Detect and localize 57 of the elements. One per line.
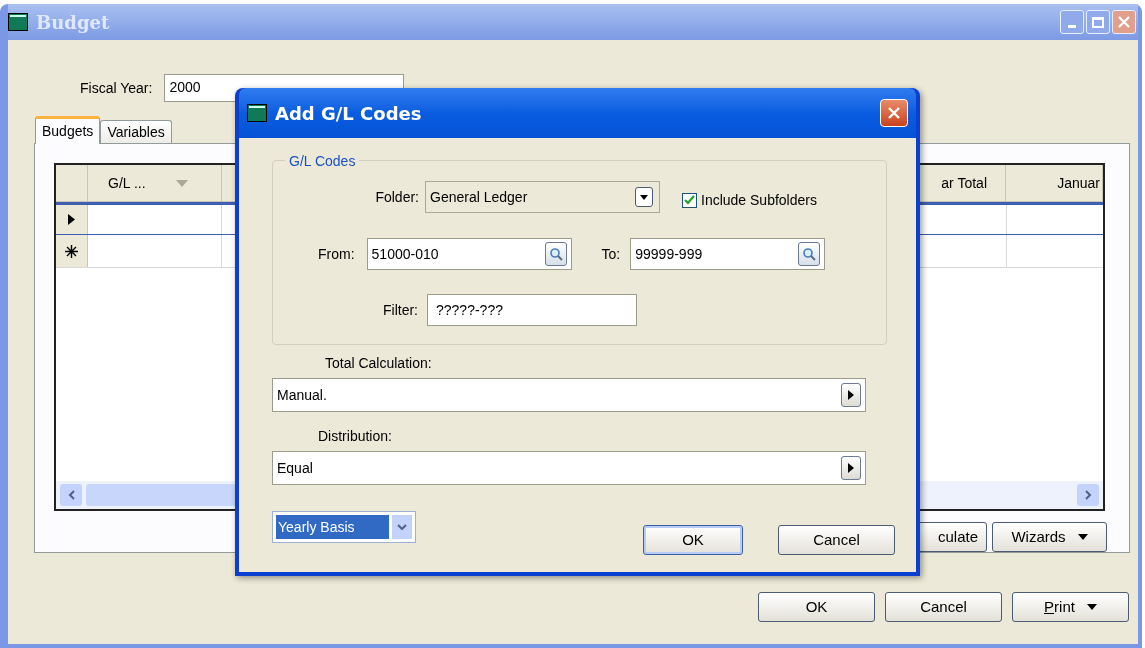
- current-row-icon: [68, 214, 75, 225]
- scroll-right-button[interactable]: [1077, 484, 1099, 506]
- caret-icon: [1086, 604, 1097, 610]
- push-button[interactable]: OK: [758, 592, 875, 622]
- to-field[interactable]: 99999-999: [630, 238, 826, 270]
- search-icon: [802, 247, 817, 261]
- dialog-title: Add G/L Codes: [275, 101, 422, 126]
- push-button[interactable]: Cancel: [778, 525, 895, 555]
- checkmark-icon: [684, 195, 695, 205]
- close-icon: [1118, 16, 1130, 28]
- chevron-down-icon: [397, 524, 407, 530]
- close-button[interactable]: [1112, 10, 1136, 34]
- total-calculation-label: Total Calculation:: [325, 354, 433, 373]
- column-header[interactable]: Januar: [1006, 165, 1103, 201]
- menu-button[interactable]: Wizards: [992, 522, 1107, 552]
- scroll-left-button[interactable]: [60, 484, 82, 506]
- chevron-left-icon: [67, 490, 75, 500]
- menu-button[interactable]: Print: [1012, 592, 1129, 622]
- scroll-thumb[interactable]: [86, 484, 236, 506]
- row-header[interactable]: [56, 235, 88, 267]
- app-icon: [247, 104, 267, 122]
- dropdown-button[interactable]: [635, 187, 653, 207]
- push-button[interactable]: OK: [643, 525, 743, 555]
- from-field[interactable]: 51000-010: [366, 238, 572, 270]
- close-icon: [887, 106, 901, 120]
- search-button[interactable]: [544, 242, 567, 266]
- folder-dropdown[interactable]: General Ledger: [425, 181, 660, 213]
- window-title: Budget: [36, 10, 110, 35]
- caret-icon: [640, 194, 648, 200]
- fiscal-year-label: Fiscal Year:: [80, 78, 153, 98]
- chevron-right-icon: [1084, 490, 1092, 500]
- minimize-button[interactable]: [1060, 10, 1084, 34]
- tab[interactable]: Variables: [100, 120, 172, 144]
- filter-field[interactable]: ?????-???: [427, 294, 637, 326]
- filter-label: Filter:: [383, 300, 418, 320]
- distribution-field[interactable]: Equal: [272, 451, 866, 485]
- expand-button[interactable]: [841, 456, 861, 480]
- tab[interactable]: Budgets: [35, 116, 101, 144]
- basis-dropdown[interactable]: Yearly Basis: [272, 511, 416, 543]
- from-label: From:: [318, 244, 355, 264]
- triangle-right-icon: [848, 390, 854, 400]
- search-icon: [548, 247, 563, 261]
- include-subfolders-checkbox[interactable]: Include Subfolders: [682, 189, 817, 211]
- push-button[interactable]: Cancel: [885, 592, 1002, 622]
- new-row-icon: [65, 244, 78, 258]
- triangle-right-icon: [848, 463, 854, 473]
- column-header[interactable]: G/L ...: [88, 165, 222, 201]
- expand-button[interactable]: [841, 383, 861, 407]
- maximize-button[interactable]: [1086, 10, 1110, 34]
- caret-icon: [1077, 534, 1088, 540]
- total-calculation-field[interactable]: Manual.: [272, 378, 866, 412]
- app-icon: [8, 13, 28, 31]
- row-header[interactable]: [56, 205, 88, 234]
- folder-label: Folder:: [374, 187, 420, 207]
- distribution-label: Distribution:: [318, 427, 393, 446]
- search-button[interactable]: [798, 242, 821, 266]
- to-label: To:: [601, 244, 621, 264]
